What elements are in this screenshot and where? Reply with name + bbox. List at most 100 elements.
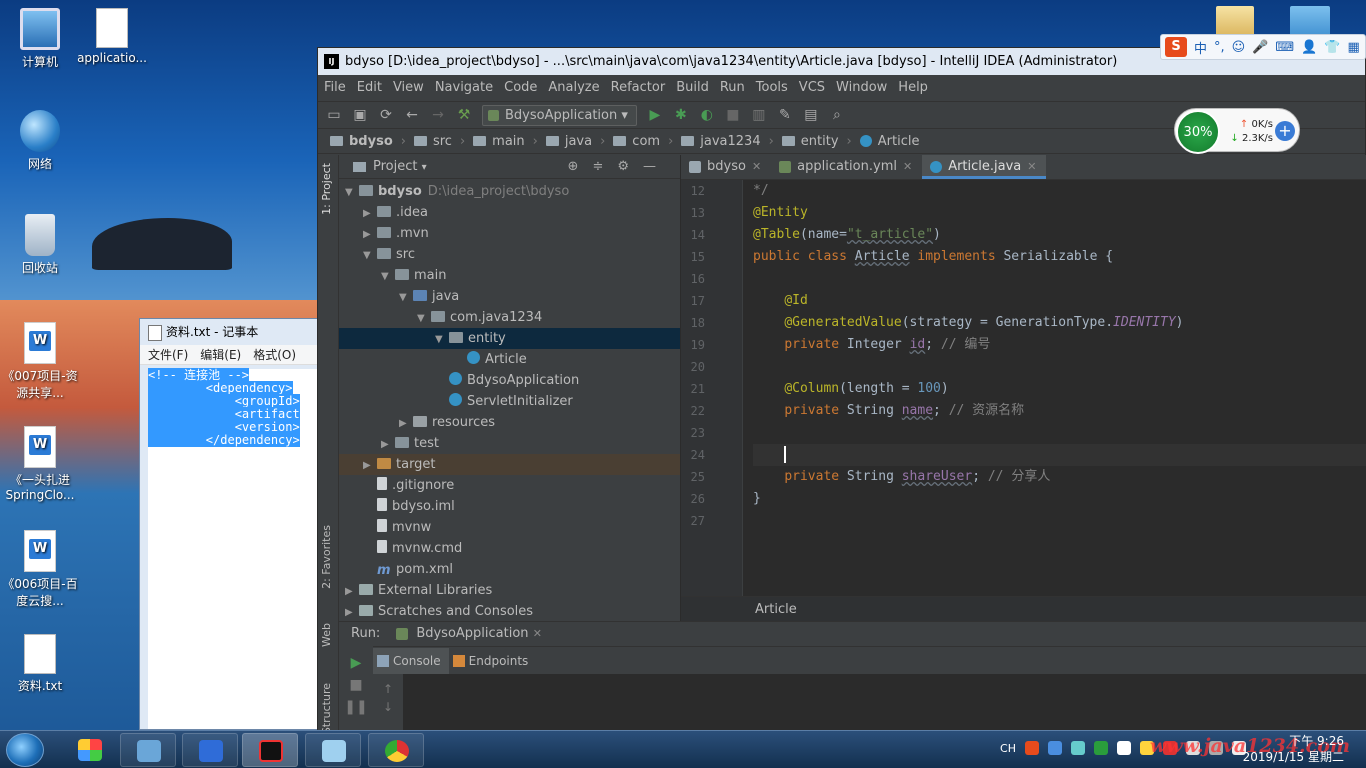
tree-item[interactable]: ServletInitializer [339, 391, 680, 412]
desktop-icon[interactable]: 《一头扎进SpringClo... [0, 426, 80, 502]
editor-tab[interactable]: Article.java ✕ [922, 155, 1047, 179]
collapse-arrow-icon[interactable]: ▶ [363, 455, 377, 476]
expand-arrow-icon[interactable]: ▼ [417, 308, 431, 329]
tree-item[interactable]: mvnw.cmd [339, 538, 680, 559]
close-tab-icon[interactable]: ✕ [1027, 160, 1036, 173]
breadcrumb-item[interactable]: main › [473, 134, 546, 149]
code-line[interactable]: private Integer id; // 编号 [753, 334, 1366, 356]
coverage-icon[interactable]: ◐ [699, 107, 715, 123]
code-line[interactable]: @Entity [753, 202, 1366, 224]
gear-icon[interactable]: ⚙ [617, 159, 643, 174]
code-line[interactable]: @Id [753, 290, 1366, 312]
collapse-arrow-icon[interactable]: ▶ [399, 413, 413, 434]
menu-vcs[interactable]: VCS [799, 80, 825, 95]
desktop-icon[interactable]: 资料.txt [0, 634, 80, 694]
code-line[interactable] [753, 510, 1366, 532]
expand-arrow-icon[interactable]: ▼ [381, 266, 395, 287]
menu-build[interactable]: Build [676, 80, 709, 95]
breadcrumb-item[interactable]: Article [859, 134, 919, 149]
menu-file[interactable]: File [324, 80, 346, 95]
start-button[interactable] [6, 733, 44, 767]
ime-button[interactable]: °, [1214, 40, 1225, 55]
tree-item[interactable]: ▶ .mvn [339, 223, 680, 244]
stop-icon[interactable]: ■ [725, 107, 741, 123]
sdk-icon[interactable]: ▤ [803, 107, 819, 123]
run-config-tab[interactable]: BdysoApplication ✕ [396, 622, 542, 646]
menu-edit[interactable]: Edit [357, 80, 382, 95]
ime-button[interactable]: ⌨ [1275, 40, 1294, 55]
run-config-selector[interactable]: BdysoApplication ▾ [482, 104, 637, 126]
tree-item[interactable]: ▶ Scratches and Consoles [339, 601, 680, 622]
notepad-window[interactable]: 资料.txt - 记事本 文件(F) 编辑(E) 格式(O) <!-- 连接池 --… [139, 318, 319, 730]
code-lines[interactable]: */@Entity @Table(name="t_article") public … [753, 180, 1366, 532]
menu-view[interactable]: View [393, 80, 424, 95]
tree-item[interactable]: BdysoApplication [339, 370, 680, 391]
code-line[interactable] [753, 422, 1366, 444]
tab-console[interactable]: Console [373, 647, 449, 674]
close-tab-icon[interactable]: ✕ [903, 160, 912, 173]
debug-icon[interactable]: ✱ [673, 107, 689, 123]
ime-button[interactable]: 中 [1194, 38, 1207, 57]
menu-analyze[interactable]: Analyze [548, 80, 599, 95]
expand-arrow-icon[interactable]: ▼ [363, 245, 377, 266]
code-line[interactable]: @Table(name="t_article") [753, 224, 1366, 246]
menu-help[interactable]: Help [898, 80, 928, 95]
taskbar-notepad-icon[interactable] [305, 733, 361, 767]
desktop-icon[interactable]: 《006项目-百度云搜... [0, 530, 80, 609]
close-icon[interactable]: ✕ [533, 627, 542, 640]
taskbar-intellij-icon[interactable] [242, 733, 298, 767]
tree-item[interactable]: ▶ .idea [339, 202, 680, 223]
run-icon[interactable]: ▶ [647, 107, 663, 123]
collapse-arrow-icon[interactable]: ▶ [381, 434, 395, 455]
network-speed-widget[interactable]: 30% ↑ 0K/s ↓ 2.3K/s + [1174, 108, 1300, 154]
sogou-logo-icon[interactable]: S [1165, 37, 1187, 57]
code-line[interactable]: @Column(length = 100) [753, 378, 1366, 400]
boost-plus-icon[interactable]: + [1275, 121, 1295, 141]
network-tray-icon[interactable] [1071, 741, 1085, 755]
tree-item[interactable]: ▼ bdyso D:\idea_project\bdyso [339, 181, 680, 202]
code-line[interactable]: @GeneratedValue(strategy = GenerationTyp… [753, 312, 1366, 334]
code-line[interactable] [753, 356, 1366, 378]
collapse-icon[interactable]: ≑ [592, 159, 617, 174]
notepad-menu-format[interactable]: 格式(O) [253, 348, 296, 362]
breadcrumb-item[interactable]: src › [413, 134, 473, 149]
breadcrumb-item[interactable]: com › [613, 134, 681, 149]
editor-tab[interactable]: bdyso ✕ [681, 155, 771, 179]
expand-arrow-icon[interactable]: ▼ [399, 287, 413, 308]
code-line[interactable]: } [753, 488, 1366, 510]
desktop-icon[interactable]: applicatio... [72, 8, 152, 65]
rerun-icon[interactable]: ▶ [339, 652, 373, 674]
tool-tab-favorites[interactable]: 2: Favorites [320, 525, 333, 589]
locate-icon[interactable]: ⊕ [568, 159, 593, 174]
language-indicator[interactable]: CH [1000, 742, 1016, 755]
breadcrumb-item[interactable]: entity › [781, 134, 860, 149]
desktop-icon[interactable]: 《007项目-资源共享... [0, 322, 80, 401]
menu-tools[interactable]: Tools [756, 80, 788, 95]
code-line[interactable]: public class Article implements Serializ… [753, 246, 1366, 268]
color-tray-icon[interactable] [1048, 741, 1062, 755]
notification-tray-icon[interactable] [1117, 741, 1131, 755]
build-hammer-icon[interactable]: ⚒ [456, 107, 472, 123]
tree-item[interactable]: ▼ src [339, 244, 680, 265]
save-icon[interactable]: ▣ [352, 107, 368, 123]
menu-refactor[interactable]: Refactor [611, 80, 666, 95]
sync-icon[interactable]: ⟳ [378, 107, 394, 123]
menu-code[interactable]: Code [504, 80, 537, 95]
taskbar-chrome-icon[interactable] [368, 733, 424, 767]
ime-button[interactable]: 🎤 [1252, 40, 1268, 55]
tree-item[interactable]: ▶ test [339, 433, 680, 454]
tree-item[interactable]: ▶ External Libraries [339, 580, 680, 601]
collapse-arrow-icon[interactable]: ▶ [363, 203, 377, 224]
forward-icon[interactable]: → [430, 107, 446, 123]
desktop-icon[interactable]: 计算机 [0, 8, 80, 70]
tab-endpoints[interactable]: Endpoints [449, 648, 537, 674]
collapse-arrow-icon[interactable]: ▶ [345, 581, 359, 602]
desktop-icon[interactable]: 回收站 [0, 214, 80, 276]
taskbar-dolphin-icon[interactable] [120, 733, 176, 767]
taskbar-app-icon[interactable] [62, 733, 118, 767]
tree-item[interactable]: ▶ resources [339, 412, 680, 433]
project-view-selector[interactable]: Project [373, 159, 417, 174]
code-editor[interactable]: 12 13 14 15 16 17 18 19 20 21 22 23 24 25 26 27 */@Enti… [681, 180, 1366, 596]
ime-toolbar[interactable]: S 中 °, ☺ 🎤 ⌨ 👤 👕 ▦ [1160, 34, 1366, 60]
tree-item[interactable]: ▼ com.java1234 [339, 307, 680, 328]
